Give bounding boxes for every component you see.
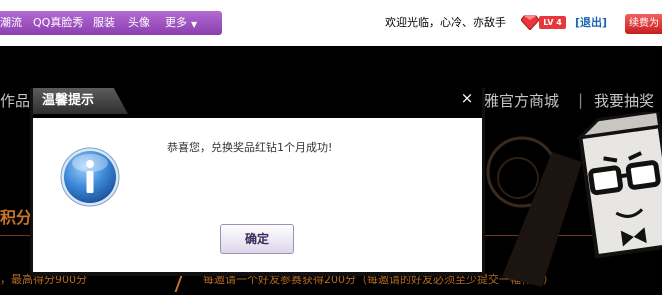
category-nav: 潮流 QQ真脸秀 服装 头像 更多 ▼ (0, 11, 222, 35)
welcome-text: 欢迎光临，心冷、亦敌手 (385, 16, 506, 29)
dialog-message: 恭喜您，兑换奖品红钻1个月成功! (167, 141, 333, 154)
nav-item-trend[interactable]: 潮流 (0, 16, 22, 30)
nav-item-clothing[interactable]: 服装 (93, 16, 115, 30)
top-bar: 潮流 QQ真脸秀 服装 头像 更多 ▼ 欢迎光临，心冷、亦敌手 LV 4 [退出… (0, 0, 662, 46)
info-icon (60, 147, 120, 207)
nav-item-more[interactable]: 更多 (165, 16, 187, 30)
nav-item-avatar[interactable]: 头像 (128, 16, 150, 30)
renew-button[interactable]: 续费为 (625, 14, 662, 34)
cartoon-decoration (486, 112, 662, 287)
dialog-title: 温馨提示 (42, 93, 95, 108)
bg-official-store-link: 雅官方商城 (484, 92, 560, 110)
ok-button[interactable]: 确定 (220, 224, 294, 254)
chevron-down-icon[interactable]: ▼ (191, 18, 197, 32)
close-icon[interactable]: × (459, 90, 475, 106)
bg-nav-separator: | (578, 91, 584, 109)
bg-lottery-link: 我要抽奖 (594, 92, 655, 110)
logout-link[interactable]: [退出] (575, 16, 607, 30)
diamond-icon (520, 15, 540, 31)
level-badge: LV 4 (520, 15, 568, 31)
level-label: LV 4 (539, 16, 566, 29)
nav-item-qq-face-show[interactable]: QQ真脸秀 (33, 16, 83, 30)
